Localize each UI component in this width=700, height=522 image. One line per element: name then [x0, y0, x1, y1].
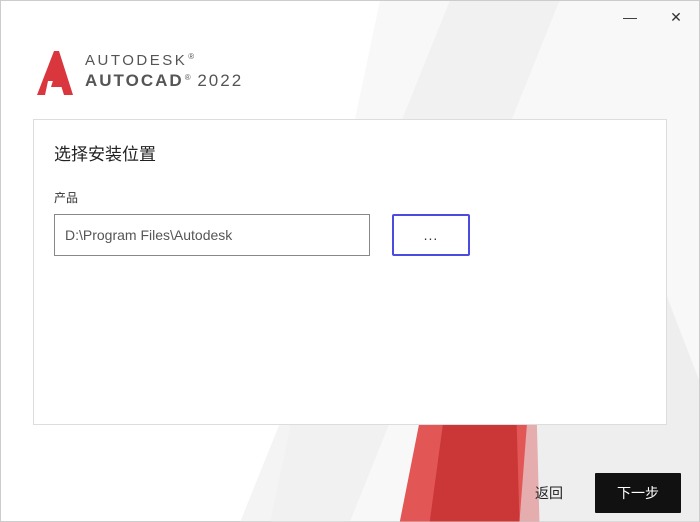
path-row: ...	[54, 214, 646, 256]
close-button[interactable]: ✕	[653, 1, 699, 33]
header: AUTODESK® AUTOCAD® 2022	[1, 33, 699, 99]
brand-text: AUTODESK® AUTOCAD® 2022	[85, 52, 243, 91]
titlebar: — ✕	[1, 1, 699, 33]
back-button[interactable]: 返回	[517, 473, 581, 513]
brand-product: AUTOCAD® 2022	[85, 71, 243, 91]
browse-button[interactable]: ...	[392, 214, 470, 256]
autodesk-logo-icon	[37, 51, 73, 95]
brand-company: AUTODESK®	[85, 52, 243, 69]
product-label: 产品	[54, 189, 646, 206]
card-title: 选择安装位置	[54, 140, 646, 165]
install-location-card: 选择安装位置 产品 ...	[33, 119, 667, 425]
footer: 返回 下一步	[1, 465, 699, 521]
next-button[interactable]: 下一步	[595, 473, 681, 513]
install-path-input[interactable]	[54, 214, 370, 256]
minimize-button[interactable]: —	[607, 1, 653, 33]
